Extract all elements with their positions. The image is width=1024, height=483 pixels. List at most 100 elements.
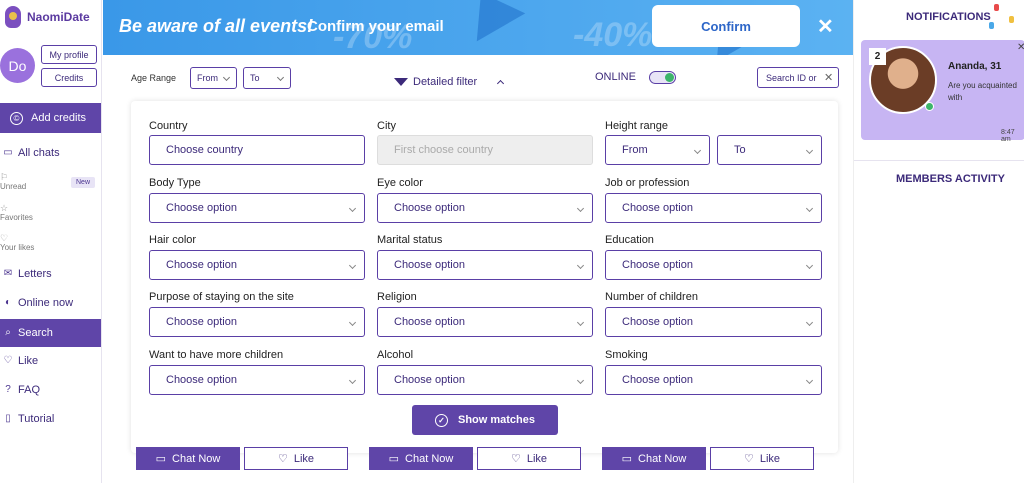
like-label: Like bbox=[526, 452, 548, 465]
sidebar-item-all-chats[interactable]: ▭ All chats bbox=[0, 147, 101, 159]
sidebar-item-faq[interactable]: ? FAQ bbox=[0, 384, 101, 396]
filter-bar: Age Range From To Detailed filter ONLINE… bbox=[103, 55, 853, 100]
notifications-panel: NOTIFICATIONS 2 Ananda, 31 Are you acqua… bbox=[853, 0, 1024, 483]
app-logo[interactable]: NaomiDate bbox=[5, 6, 90, 28]
select-value: Choose option bbox=[622, 202, 693, 214]
close-icon[interactable]: ✕ bbox=[817, 14, 834, 39]
sidebar-item-online-now[interactable]: ◐ Online now bbox=[0, 297, 101, 309]
chat-now-button[interactable]: ▭ Chat Now bbox=[369, 447, 473, 470]
chevron-down-icon bbox=[276, 73, 285, 82]
religion-select[interactable]: Choose option bbox=[377, 307, 593, 337]
chat-now-label: Chat Now bbox=[172, 452, 221, 465]
confirm-email-button[interactable]: Confirm bbox=[652, 5, 800, 47]
marital-status-label: Marital status bbox=[377, 234, 443, 246]
chat-now-button[interactable]: ▭ Chat Now bbox=[602, 447, 706, 470]
age-to-select[interactable]: To bbox=[243, 67, 291, 89]
star-icon: ☆ bbox=[0, 203, 9, 213]
city-label: City bbox=[377, 120, 396, 132]
paper-plane-icon bbox=[456, 0, 526, 42]
detailed-filter-toggle[interactable]: Detailed filter bbox=[394, 76, 477, 88]
sidebar-item-your-likes[interactable]: ♡ Your likes bbox=[0, 233, 34, 252]
clear-search-icon[interactable]: ✕ bbox=[824, 71, 833, 84]
chevron-up-icon[interactable] bbox=[496, 79, 505, 88]
education-select[interactable]: Choose option bbox=[605, 250, 822, 280]
sidebar-item-letters[interactable]: ✉ Letters bbox=[0, 268, 101, 280]
height-to-select[interactable]: To bbox=[717, 135, 822, 165]
select-value: Choose option bbox=[166, 259, 237, 271]
sidebar-item-tutorial[interactable]: ▯ Tutorial bbox=[0, 413, 101, 425]
height-from-select[interactable]: From bbox=[605, 135, 710, 165]
divider bbox=[854, 160, 1024, 161]
purpose-label: Purpose of staying on the site bbox=[149, 291, 294, 303]
logo-icon bbox=[5, 6, 21, 28]
like-button[interactable]: ♡ Like bbox=[710, 447, 814, 470]
select-value: Choose option bbox=[394, 259, 465, 271]
chevron-down-icon bbox=[693, 146, 702, 155]
sidebar-item-label: All chats bbox=[18, 147, 60, 159]
age-from-select[interactable]: From bbox=[190, 67, 237, 89]
sidebar-item-unread[interactable]: ⚐ Unread bbox=[0, 172, 26, 191]
chat-now-label: Chat Now bbox=[405, 452, 454, 465]
country-select[interactable]: Choose country bbox=[149, 135, 365, 165]
job-label: Job or profession bbox=[605, 177, 690, 189]
filter-icon bbox=[394, 78, 408, 86]
marital-status-select[interactable]: Choose option bbox=[377, 250, 593, 280]
sidebar-item-label: FAQ bbox=[18, 384, 41, 396]
select-value: Choose option bbox=[166, 316, 237, 328]
sidebar-item-label: Your likes bbox=[0, 243, 35, 252]
city-select[interactable]: First choose country bbox=[377, 135, 593, 165]
smoking-label: Smoking bbox=[605, 349, 648, 361]
sidebar-item-label: Favorites bbox=[0, 213, 33, 222]
job-select[interactable]: Choose option bbox=[605, 193, 822, 223]
notification-card[interactable]: 2 Ananda, 31 Are you acquainted with 8:4… bbox=[861, 40, 1024, 143]
detailed-filter-panel: Country Choose country City First choose… bbox=[131, 101, 838, 453]
chat-icon: ▭ bbox=[388, 453, 400, 465]
sidebar-item-label: Like bbox=[18, 355, 39, 367]
chevron-down-icon bbox=[805, 146, 814, 155]
religion-label: Religion bbox=[377, 291, 417, 303]
user-avatar[interactable]: Do bbox=[0, 48, 35, 83]
eye-color-select[interactable]: Choose option bbox=[377, 193, 593, 223]
chat-bubble-icon: ▭ bbox=[3, 147, 13, 158]
envelope-icon: ✉ bbox=[3, 268, 13, 279]
purpose-select[interactable]: Choose option bbox=[149, 307, 365, 337]
smoking-select[interactable]: Choose option bbox=[605, 365, 822, 395]
my-profile-button[interactable]: My profile bbox=[41, 45, 97, 64]
sidebar: NaomiDate Do My profile Credits © Add cr… bbox=[0, 0, 102, 483]
close-icon[interactable]: ✕ bbox=[1017, 42, 1024, 53]
alcohol-select[interactable]: Choose option bbox=[377, 365, 593, 395]
like-button[interactable]: ♡ Like bbox=[477, 447, 581, 470]
app-name: NaomiDate bbox=[27, 10, 90, 24]
more-children-select[interactable]: Choose option bbox=[149, 365, 365, 395]
like-button[interactable]: ♡ Like bbox=[244, 447, 348, 470]
banner-subline: Confirm your email bbox=[307, 18, 444, 35]
chat-now-button[interactable]: ▭ Chat Now bbox=[136, 447, 240, 470]
select-value: First choose country bbox=[394, 144, 494, 156]
hair-color-select[interactable]: Choose option bbox=[149, 250, 365, 280]
body-type-select[interactable]: Choose option bbox=[149, 193, 365, 223]
notifications-title: NOTIFICATIONS bbox=[906, 11, 991, 23]
children-select[interactable]: Choose option bbox=[605, 307, 822, 337]
check-circle-icon: ✓ bbox=[434, 413, 448, 427]
select-value: To bbox=[250, 73, 260, 83]
chevron-down-icon bbox=[576, 376, 585, 385]
show-matches-button[interactable]: ✓ Show matches bbox=[412, 405, 558, 435]
chevron-down-icon bbox=[805, 261, 814, 270]
chevron-down-icon bbox=[576, 261, 585, 270]
more-children-label: Want to have more children bbox=[149, 349, 284, 361]
online-toggle[interactable] bbox=[649, 71, 676, 84]
select-value: Choose option bbox=[622, 259, 693, 271]
chat-now-label: Chat Now bbox=[638, 452, 687, 465]
sidebar-item-search[interactable]: ⌕ Search bbox=[0, 319, 101, 347]
credits-button[interactable]: Credits bbox=[41, 68, 97, 87]
search-icon: ⌕ bbox=[5, 327, 11, 338]
heart-icon: ♡ bbox=[743, 453, 754, 465]
sidebar-item-like[interactable]: ♡ Like bbox=[0, 355, 101, 367]
children-label: Number of children bbox=[605, 291, 698, 303]
chevron-down-icon bbox=[805, 376, 814, 385]
add-credits-button[interactable]: © Add credits bbox=[0, 103, 101, 133]
chevron-down-icon bbox=[348, 261, 357, 270]
select-value: Choose option bbox=[622, 374, 693, 386]
sidebar-item-favorites[interactable]: ☆ Favorites bbox=[0, 203, 33, 222]
online-label: ONLINE bbox=[595, 71, 636, 83]
